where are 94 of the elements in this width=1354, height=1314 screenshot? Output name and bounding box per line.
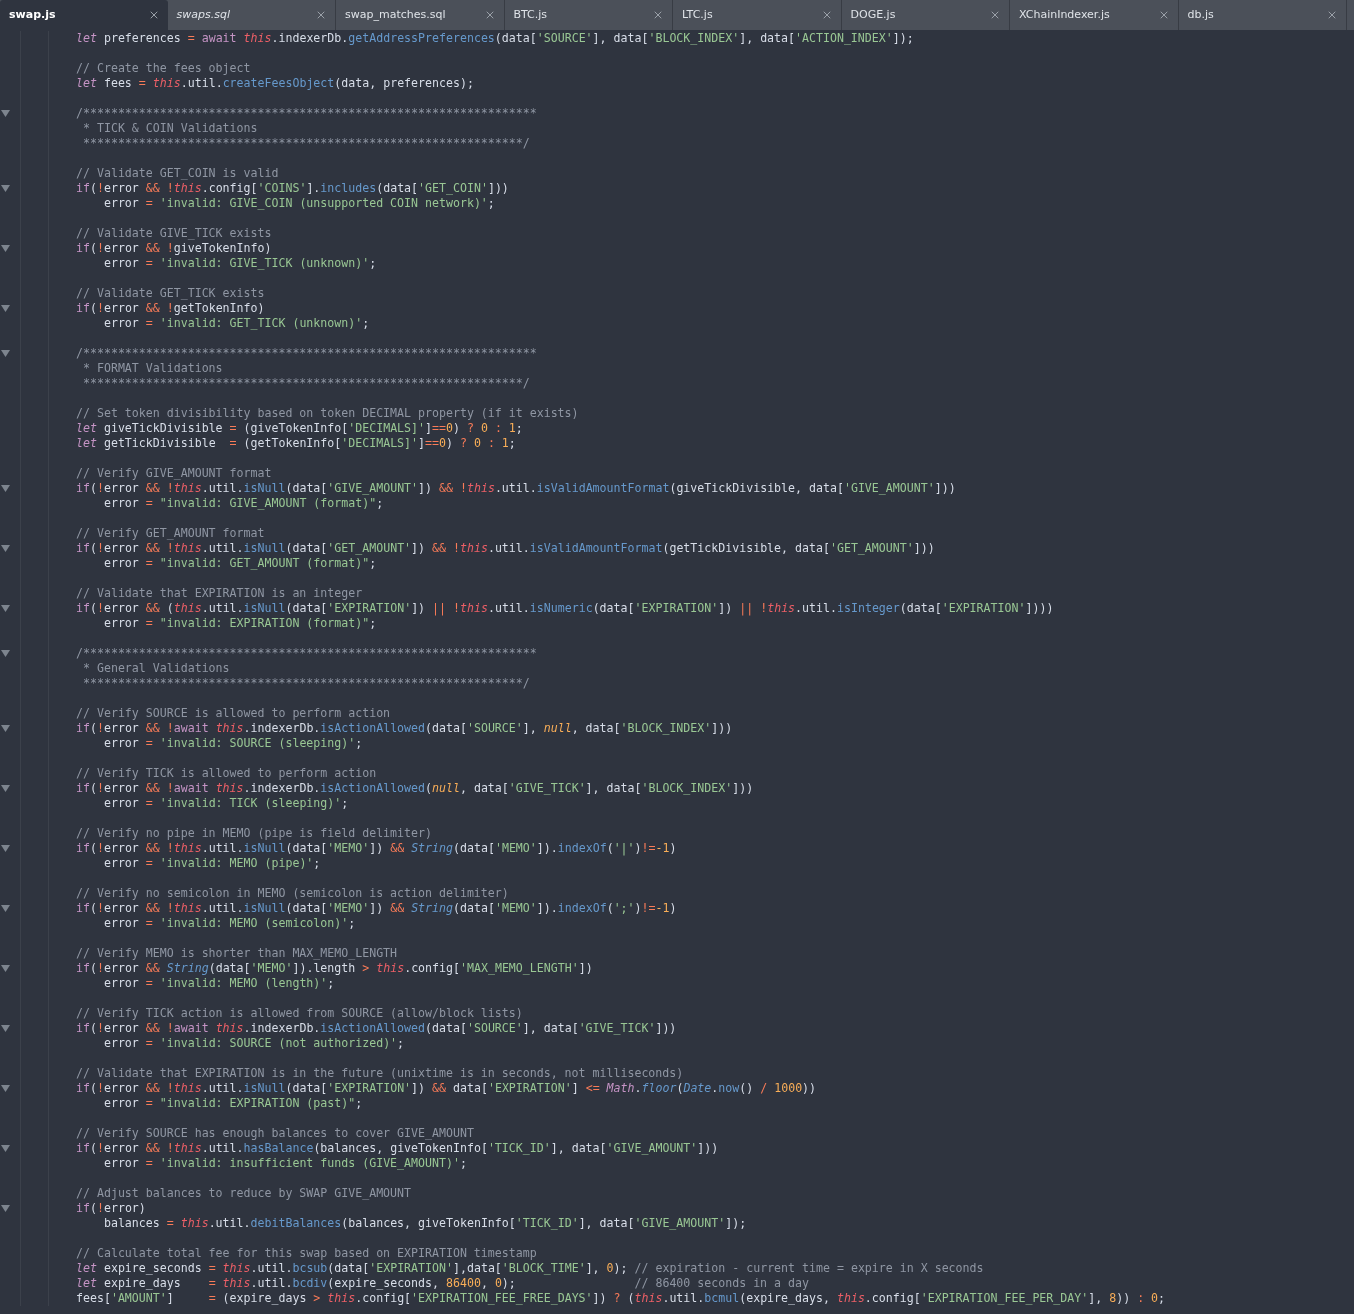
file-tab[interactable]: swap.js: [0, 0, 168, 30]
code-line: error = 'invalid: GIVE_TICK (unknown)';: [102, 256, 377, 271]
code-line: error = 'invalid: SOURCE (sleeping)';: [102, 736, 363, 751]
code-line: if(!error && !await this.indexerDb.isActionAllowed(data['SOURCE'], null, data['BLOCK_INDEX'])): [76, 721, 733, 736]
fold-arrow-icon[interactable]: [1, 725, 10, 732]
code-line: // Validate GIVE_TICK exists: [76, 226, 272, 241]
code-line: error = 'invalid: SOURCE (not authorized)';: [102, 1036, 405, 1051]
fold-arrow-icon[interactable]: [1, 965, 10, 972]
close-icon[interactable]: [315, 9, 327, 21]
fold-arrow-icon[interactable]: [1, 1025, 10, 1032]
code-line: error = 'invalid: TICK (sleeping)';: [102, 796, 349, 811]
code-line: if(!error && !this.util.hasBalance(balances, giveTokenInfo['TICK_ID'], data['GIVE_AMOUNT'])): [76, 1141, 719, 1156]
code-line: let fees = this.util.createFeesObject(data, preferences);: [76, 76, 474, 91]
code-line: // Verify no semicolon in MEMO (semicolon is action delimiter): [76, 886, 509, 901]
close-icon[interactable]: [1326, 9, 1338, 21]
code-line: * FORMAT Validations: [81, 361, 223, 376]
close-icon[interactable]: [652, 9, 664, 21]
code-line: /*****************************************************************: [76, 346, 537, 361]
code-line: // Adjust balances to reduce by SWAP GIVE_AMOUNT: [76, 1186, 412, 1201]
code-line: error = "invalid: GIVE_AMOUNT (format)";: [102, 496, 384, 511]
code-line: if(!error && !await this.indexerDb.isActionAllowed(data['SOURCE'], data['GIVE_TICK'])): [76, 1021, 677, 1036]
close-icon[interactable]: [989, 9, 1001, 21]
code-line: // Validate GET_COIN is valid: [76, 166, 279, 181]
code-line: // Verify GIVE_AMOUNT format: [76, 466, 272, 481]
code-line: if(!error && !this.util.isNull(data['EXPIRATION']) && data['EXPIRATION'] <= Math.floor(Date.now() / 1000)): [76, 1081, 817, 1096]
code-line: if(!error && !await this.indexerDb.isActionAllowed(null, data['GIVE_TICK'], data['BLOCK_INDEX'])): [76, 781, 754, 796]
code-line: let giveTickDivisible = (giveTokenInfo['DECIMALS]']==0) ? 0 : 1;: [76, 421, 523, 436]
code-line: if(!error && String(data['MEMO']).length > this.config['MAX_MEMO_LENGTH']): [76, 961, 593, 976]
code-line: // Calculate total fee for this swap based on EXPIRATION timestamp: [76, 1246, 537, 1261]
code-line: if(!error): [76, 1201, 146, 1216]
code-line: let expire_seconds = this.util.bcsub(data['EXPIRATION'],data['BLOCK_TIME'], 0); // expiration - current time = expire in X seconds: [76, 1261, 984, 1276]
fold-arrow-icon[interactable]: [1, 1145, 10, 1152]
code-line: * General Validations: [81, 661, 230, 676]
code-line: if(!error && !this.util.isNull(data['MEMO']) && String(data['MEMO']).indexOf(';')!=-1): [76, 901, 677, 916]
code-line: /*****************************************************************: [76, 106, 537, 121]
file-tab[interactable]: LTC.js: [673, 0, 842, 30]
code-line: if(!error && !getTokenInfo): [76, 301, 265, 316]
file-tab[interactable]: DOGE.js: [841, 0, 1010, 30]
file-tab[interactable]: swap_matches.sql: [336, 0, 505, 30]
code-line: let expire_days = this.util.bcdiv(expire_seconds, 86400, 0); // 86400 seconds in a day: [76, 1276, 809, 1291]
code-line: error = 'invalid: GIVE_COIN (unsupported COIN network)';: [102, 196, 495, 211]
code-line: if(!error && !this.util.isNull(data['MEMO']) && String(data['MEMO']).indexOf('|')!=-1): [76, 841, 677, 856]
file-tab[interactable]: swaps.sql: [167, 0, 336, 30]
fold-arrow-icon[interactable]: [1, 350, 10, 357]
code-line: // Validate that EXPIRATION is in the future (unixtime is in seconds, not milliseconds): [76, 1066, 684, 1081]
code-line: // Validate GET_TICK exists: [76, 286, 265, 301]
code-line: if(!error && !this.util.isNull(data['GIVE_AMOUNT']) && !this.util.isValidAmountFormat(giveTickDivisible, data['GIVE_AMOUNT'])): [76, 481, 956, 496]
fold-arrow-icon[interactable]: [1, 1085, 10, 1092]
fold-arrow-icon[interactable]: [1, 245, 10, 252]
code-line: ***************************************************************/: [81, 136, 530, 151]
code-line: balances = this.util.debitBalances(balances, giveTokenInfo['TICK_ID'], data['GIVE_AMOUNT']);: [102, 1216, 747, 1231]
code-line: fees['AMOUNT'] = (expire_days > this.config['EXPIRATION_FEE_FREE_DAYS']) ? (this.util.bcmul(expire_days, this.config['EXPIRATION_FEE_PER_DAY'], 8)) : 0;: [76, 1291, 1166, 1306]
fold-arrow-icon[interactable]: [1, 185, 10, 192]
fold-arrow-icon[interactable]: [1, 1205, 10, 1212]
code-line: if(!error && (this.util.isNull(data['EXPIRATION']) || !this.util.isNumeric(data['EXPIRATION']) || !this.util.isInteger(data['EXPIRATION']))): [76, 601, 1054, 616]
file-tab[interactable]: XChainIndexer.js: [1010, 0, 1179, 30]
code-line: ***************************************************************/: [81, 676, 530, 691]
fold-arrow-icon[interactable]: [1, 905, 10, 912]
code-line: // Verify SOURCE is allowed to perform action: [76, 706, 391, 721]
code-line: if(!error && !giveTokenInfo): [76, 241, 272, 256]
code-line: // Set token divisibility based on token DECIMAL property (if it exists): [76, 406, 579, 421]
fold-arrow-icon[interactable]: [1, 545, 10, 552]
code-line: ***************************************************************/: [81, 376, 530, 391]
fold-arrow-icon[interactable]: [1, 650, 10, 657]
code-line: if(!error && !this.config['COINS'].includes(data['GET_COIN'])): [76, 181, 509, 196]
code-line: // Verify GET_AMOUNT format: [76, 526, 265, 541]
code-line: error = "invalid: EXPIRATION (format)";: [102, 616, 377, 631]
code-line: // Verify TICK is allowed to perform action: [76, 766, 377, 781]
code-line: // Verify MEMO is shorter than MAX_MEMO_LENGTH: [76, 946, 398, 961]
code-line: error = 'invalid: MEMO (length)';: [102, 976, 335, 991]
code-line: let preferences = await this.indexerDb.getAddressPreferences(data['SOURCE'], data['BLOCK_INDEX'], data['ACTION_INDEX']);: [76, 31, 914, 46]
fold-arrow-icon[interactable]: [1, 845, 10, 852]
code-line: // Validate that EXPIRATION is an integer: [76, 586, 363, 601]
code-line: // Verify no pipe in MEMO (pipe is field delimiter): [76, 826, 432, 841]
file-tab[interactable]: db.js: [1178, 0, 1347, 30]
code-line: error = 'invalid: insufficient funds (GIVE_AMOUNT)';: [102, 1156, 467, 1171]
code-line: // Verify SOURCE has enough balances to cover GIVE_AMOUNT: [76, 1126, 474, 1141]
code-line: // Create the fees object: [76, 61, 251, 76]
code-line: /*****************************************************************: [76, 646, 537, 661]
file-tab[interactable]: BTC.js: [504, 0, 673, 30]
fold-arrow-icon[interactable]: [1, 485, 10, 492]
fold-arrow-icon[interactable]: [1, 110, 10, 117]
code-line: * TICK & COIN Validations: [81, 121, 258, 136]
fold-arrow-icon[interactable]: [1, 305, 10, 312]
code-line: error = 'invalid: MEMO (semicolon)';: [102, 916, 356, 931]
fold-arrow-icon[interactable]: [1, 785, 10, 792]
code-line: error = 'invalid: MEMO (pipe)';: [102, 856, 321, 871]
code-line: // Verify TICK action is allowed from SOURCE (allow/block lists): [76, 1006, 523, 1021]
code-line: if(!error && !this.util.isNull(data['GET_AMOUNT']) && !this.util.isValidAmountFormat(getTickDivisible, data['GET_AMOUNT'])): [76, 541, 935, 556]
code-line: error = "invalid: GET_AMOUNT (format)";: [102, 556, 377, 571]
fold-arrow-icon[interactable]: [1, 605, 10, 612]
code-line: let getTickDivisible = (getTokenInfo['DECIMALS]']==0) ? 0 : 1;: [76, 436, 516, 451]
code-line: error = "invalid: EXPIRATION (past)";: [102, 1096, 363, 1111]
code-line: error = 'invalid: GET_TICK (unknown)';: [102, 316, 370, 331]
